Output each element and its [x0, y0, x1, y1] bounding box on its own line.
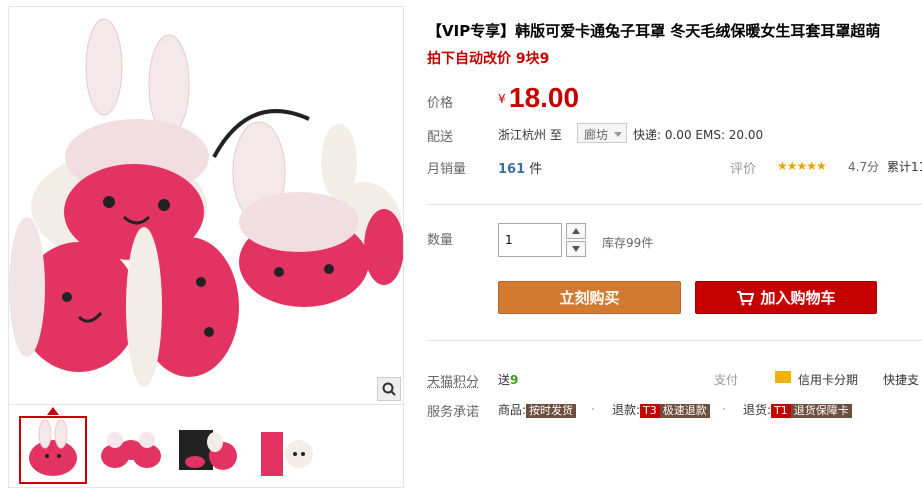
quantity-input[interactable]: [498, 223, 562, 257]
rating-label: 评价: [730, 162, 757, 177]
quick-pay-link[interactable]: 快捷支: [883, 371, 919, 388]
chevron-up-icon: [572, 228, 580, 234]
price-label: 价格: [427, 96, 454, 111]
product-title: 【VIP专享】韩版可爱卡通兔子耳罩 冬天毛绒保暖女生耳套耳罩超萌: [427, 22, 881, 40]
rating-score: 4.7分: [848, 160, 880, 174]
thumbnail-3[interactable]: [175, 416, 243, 484]
chevron-down-icon: [572, 246, 580, 252]
price-value: 18.00: [509, 82, 580, 113]
accumulated-reviews[interactable]: 累计11: [887, 158, 922, 175]
add-to-cart-button[interactable]: 加入购物车: [695, 281, 877, 314]
currency-symbol: ¥: [498, 92, 506, 106]
separator-dot: ·: [722, 402, 726, 416]
monthly-sales-label: 月销量: [427, 162, 467, 177]
thumbnail-1[interactable]: [19, 416, 87, 484]
destination-select[interactable]: 廊坊: [577, 123, 627, 143]
magnifier-icon: [382, 382, 396, 396]
product-info-panel: 【VIP专享】韩版可爱卡通兔子耳罩 冬天毛绒保暖女生耳套耳罩超萌 拍下自动改价 …: [405, 0, 922, 491]
payment-label: 支付: [714, 373, 739, 387]
chevron-down-icon: [614, 132, 622, 137]
shipping-origin: 浙江杭州 至: [498, 128, 562, 142]
buy-now-button[interactable]: 立刻购买: [498, 281, 681, 314]
thumbnail-4[interactable]: [253, 416, 321, 484]
shipping-label: 配送: [427, 130, 454, 145]
shipping-fees: 快递: 0.00 EMS: 20.00: [633, 128, 764, 142]
promo-text: 拍下自动改价 9块9: [427, 51, 550, 67]
service-return[interactable]: 退货: T1 退货保障卡: [743, 401, 852, 418]
quantity-label: 数量: [427, 233, 454, 248]
zoom-button[interactable]: [377, 377, 401, 401]
thumbnail-strip: [9, 404, 403, 488]
product-gallery: [8, 6, 404, 488]
service-refund[interactable]: 退款: T3 极速退款: [612, 401, 710, 418]
divider: [427, 204, 922, 205]
thumbnail-2[interactable]: [97, 416, 165, 484]
service-goods[interactable]: 商品: 按时发货: [498, 401, 577, 418]
rating-stars: ★★★★★: [777, 159, 827, 173]
quantity-decrease-button[interactable]: [566, 241, 586, 257]
quantity-increase-button[interactable]: [566, 223, 586, 239]
stock-count: 库存99件: [602, 236, 654, 250]
monthly-sales: 161 件: [498, 162, 543, 177]
service-promise-label: 服务承诺: [427, 405, 480, 420]
tmall-points: 送9: [498, 373, 519, 387]
divider: [427, 340, 922, 341]
credit-card-icon: [775, 371, 791, 383]
active-thumb-indicator: [47, 407, 59, 415]
credit-installment-link[interactable]: 信用卡分期: [798, 371, 858, 388]
cart-icon: [737, 290, 755, 305]
separator-dot: ·: [591, 402, 595, 416]
main-product-image[interactable]: [9, 7, 403, 403]
tmall-points-label[interactable]: 天猫积分: [427, 371, 479, 390]
